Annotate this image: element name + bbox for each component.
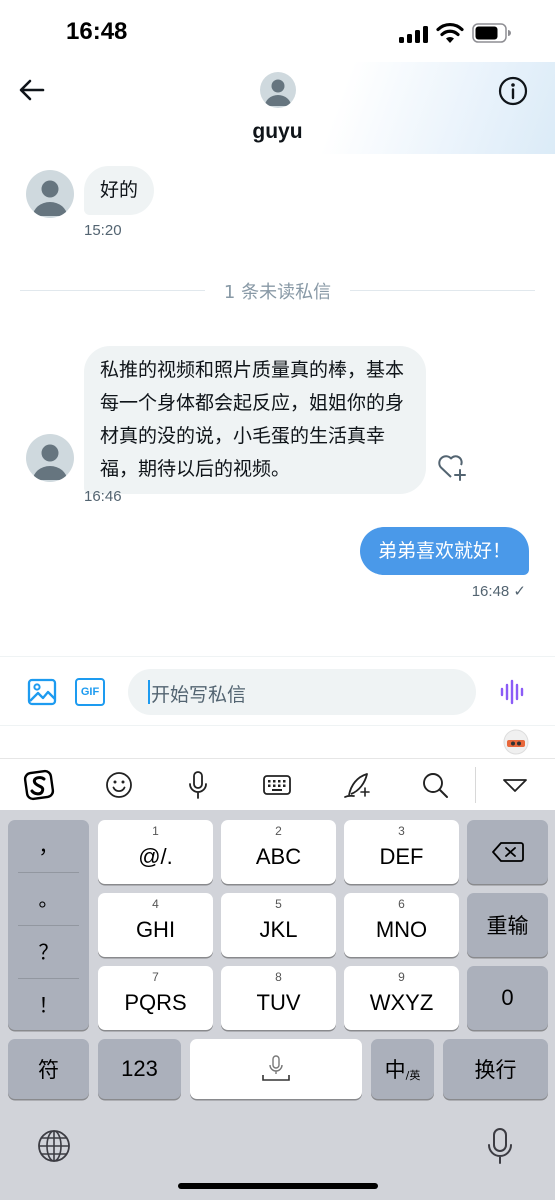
message-bubble-outgoing[interactable]: 弟弟喜欢就好！ [359, 527, 529, 575]
message-input[interactable]: 开始写私信 [128, 669, 476, 715]
status-bar: 16:48 [0, 0, 555, 62]
unread-divider-label: 1 条未读私信 [223, 282, 332, 303]
text-caret [148, 680, 150, 704]
key-label: JKL [259, 917, 298, 942]
key-number: 9 [398, 970, 405, 984]
sogou-logo-icon[interactable] [23, 769, 55, 801]
language-toggle-key[interactable]: 中/英 [371, 1039, 434, 1099]
key-period[interactable]: 。 [8, 873, 89, 925]
message-timestamp: 16:46 [84, 488, 122, 505]
key-label: @/. [138, 844, 173, 869]
handwriting-icon[interactable] [341, 769, 373, 801]
key-label: GHI [135, 917, 176, 942]
key-8[interactable]: 8 TUV [221, 966, 336, 1030]
space-mic-icon [262, 1055, 290, 1081]
emoji-icon[interactable] [103, 769, 135, 801]
key-exclamation[interactable]: ！ [8, 979, 89, 1031]
key-6[interactable]: 6 MNO [344, 893, 459, 957]
ime-suggestion-strip [0, 726, 555, 758]
key-number: 5 [275, 897, 282, 911]
backspace-key[interactable] [467, 820, 548, 884]
backspace-icon [491, 842, 524, 862]
newline-key[interactable]: 换行 [443, 1039, 548, 1099]
contact-name[interactable]: guyu [0, 120, 555, 144]
key-question[interactable]: ？ [8, 926, 89, 978]
toolbar-divider [475, 767, 476, 803]
key-0[interactable]: 0 [467, 966, 548, 1030]
message-bubble[interactable]: 私推的视频和照片质量真的棒，基本每一个身体都会起反应，姐姐你的身材真的没的说，小… [84, 346, 426, 494]
key-number: 3 [398, 824, 405, 838]
conversation-header: guyu [0, 62, 555, 154]
message-timestamp: 15:20 [84, 222, 122, 239]
dictation-mic-icon[interactable] [486, 1126, 514, 1166]
key-4[interactable]: 4 GHI [98, 893, 213, 957]
key-1[interactable]: 1 @/. [98, 820, 213, 884]
key-9[interactable]: 9 WXYZ [344, 966, 459, 1030]
reenter-key[interactable]: 重输 [467, 893, 548, 957]
lang-sub-label: /英 [405, 1069, 421, 1082]
ime-toolbar [0, 758, 555, 810]
key-comma[interactable]: ， [8, 820, 89, 872]
gif-button[interactable]: GIF [75, 678, 105, 706]
add-reaction-heart-icon[interactable] [436, 450, 470, 482]
symbols-key[interactable]: 符 [8, 1039, 89, 1099]
ime-mascot-icon[interactable] [503, 729, 529, 755]
collapse-keyboard-icon[interactable] [499, 769, 531, 801]
globe-icon[interactable] [36, 1128, 72, 1164]
key-number: 6 [398, 897, 405, 911]
message-composer: GIF 开始写私信 [0, 656, 555, 726]
key-label: DEF [379, 844, 424, 869]
key-7[interactable]: 7 PQRS [98, 966, 213, 1030]
message-bubble[interactable]: 好的 [84, 166, 155, 215]
key-number: 4 [152, 897, 159, 911]
key-label: PQRS [124, 990, 187, 1015]
key-3[interactable]: 3 DEF [344, 820, 459, 884]
key-label: TUV [256, 990, 301, 1015]
search-icon[interactable] [419, 769, 451, 801]
key-label: ABC [255, 844, 302, 869]
status-time: 16:48 [66, 18, 128, 45]
punctuation-column[interactable]: ， 。 ？ ！ [8, 820, 89, 1030]
keyboard-switch-icon[interactable] [261, 769, 293, 801]
key-5[interactable]: 5 JKL [221, 893, 336, 957]
info-icon[interactable] [496, 74, 530, 108]
voice-input-icon[interactable] [182, 769, 214, 801]
sender-avatar[interactable] [26, 170, 74, 218]
key-number: 2 [275, 824, 282, 838]
voice-message-icon[interactable] [500, 679, 526, 705]
keyboard: ， 。 ？ ！ 1 @/. 2 ABC 3 DEF 4 GHI 5 JKL 6 … [0, 810, 555, 1200]
image-icon[interactable] [27, 677, 57, 707]
header-avatar[interactable] [260, 72, 296, 108]
back-arrow-icon[interactable] [16, 74, 48, 106]
wifi-icon [436, 22, 464, 43]
message-timestamp-sent: 16:48 ✓ [471, 583, 526, 600]
lang-main-label: 中 [384, 1058, 406, 1082]
key-label: WXYZ [369, 990, 434, 1015]
key-number: 1 [152, 824, 159, 838]
space-key[interactable] [190, 1039, 362, 1099]
key-2[interactable]: 2 ABC [221, 820, 336, 884]
key-label: MNO [375, 917, 428, 942]
sender-avatar[interactable] [26, 434, 74, 482]
key-number: 7 [152, 970, 159, 984]
key-number: 8 [275, 970, 282, 984]
battery-icon [472, 23, 511, 43]
home-indicator [178, 1183, 378, 1189]
numbers-key[interactable]: 123 [98, 1039, 181, 1099]
cellular-signal-icon [399, 26, 429, 43]
message-input-placeholder: 开始写私信 [151, 684, 247, 706]
